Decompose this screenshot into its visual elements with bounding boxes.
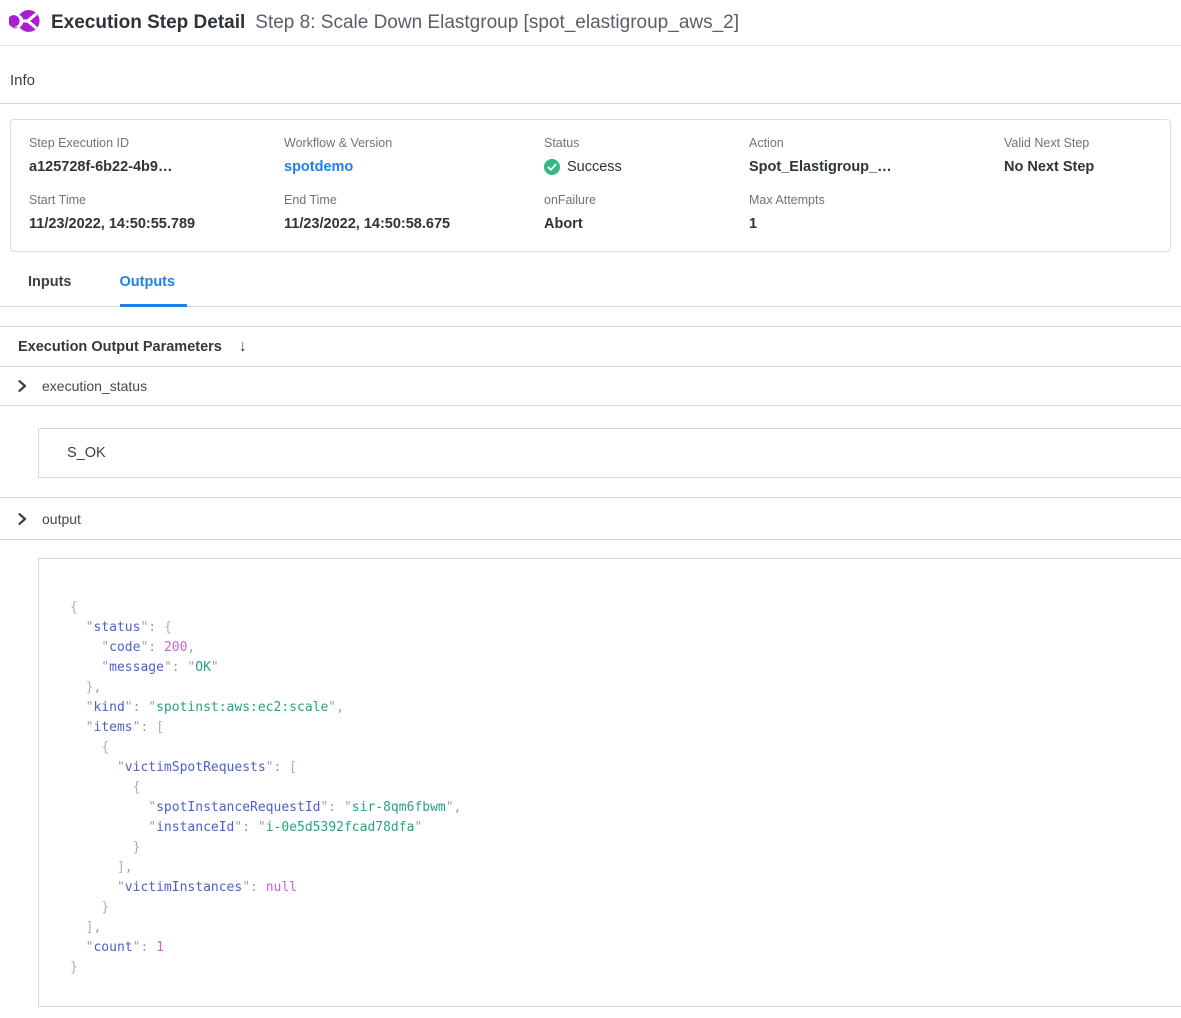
field-valid-next-step: Valid Next Step No Next Step: [1004, 136, 1170, 176]
field-value: 11/23/2022, 14:50:55.789: [29, 215, 284, 233]
success-check-icon: [544, 159, 560, 175]
field-max-attempts: Max Attempts 1: [749, 193, 1004, 233]
field-empty: [1004, 193, 1170, 233]
field-value: 1: [749, 215, 1004, 233]
field-action: Action Spot_Elastigroup_…: [749, 136, 1004, 176]
json-code: { "status": { "code": 200, "message": "O…: [70, 598, 1161, 978]
field-label: Status: [544, 136, 749, 151]
execution-output-parameters-bar: Execution Output Parameters ↓: [0, 327, 1181, 367]
tab-bar: Inputs Outputs: [0, 273, 1181, 307]
section-title: Execution Output Parameters: [18, 339, 222, 355]
field-value: a125728f-6b22-4b9…: [29, 158, 284, 176]
field-step-execution-id: Step Execution ID a125728f-6b22-4b9…: [29, 136, 284, 176]
tab-inputs[interactable]: Inputs: [28, 273, 78, 307]
output-json-box: { "status": { "code": 200, "message": "O…: [38, 558, 1181, 1007]
execution-status-value: S_OK: [67, 445, 106, 461]
field-label: Workflow & Version: [284, 136, 544, 151]
page-subtitle: Step 8: Scale Down Elastgroup [spot_elas…: [255, 12, 739, 34]
field-value: Abort: [544, 215, 749, 233]
page-title: Execution Step Detail: [51, 12, 245, 34]
field-label: End Time: [284, 193, 544, 208]
field-label: onFailure: [544, 193, 749, 208]
field-start-time: Start Time 11/23/2022, 14:50:55.789: [29, 193, 284, 233]
collapse-all-icon[interactable]: ↓: [239, 338, 247, 356]
field-value: No Next Step: [1004, 158, 1170, 176]
field-end-time: End Time 11/23/2022, 14:50:58.675: [284, 193, 544, 233]
execution-status-value-box: S_OK: [38, 428, 1181, 478]
chevron-right-icon: [16, 380, 28, 392]
param-name: output: [42, 511, 81, 527]
param-row-output[interactable]: output: [0, 498, 1181, 540]
page-header: Execution Step Detail Step 8: Scale Down…: [0, 0, 1181, 46]
status-text: Success: [567, 158, 622, 176]
field-value: Spot_Elastigroup_…: [749, 158, 1004, 176]
field-label: Valid Next Step: [1004, 136, 1170, 151]
status-badge: Success: [544, 158, 749, 176]
field-label: Max Attempts: [749, 193, 1004, 208]
info-card: Step Execution ID a125728f-6b22-4b9… Wor…: [10, 119, 1171, 252]
field-status: Status Success: [544, 136, 749, 176]
field-label: Start Time: [29, 193, 284, 208]
spot-logo-icon: [9, 5, 40, 41]
param-name: execution_status: [42, 378, 147, 394]
param-row-execution-status[interactable]: execution_status: [0, 367, 1181, 406]
tab-outputs[interactable]: Outputs: [120, 273, 188, 307]
chevron-right-icon: [16, 513, 28, 525]
info-section-title: Info: [0, 46, 1181, 104]
field-label: Action: [749, 136, 1004, 151]
field-onfailure: onFailure Abort: [544, 193, 749, 233]
field-label: Step Execution ID: [29, 136, 284, 151]
field-workflow-version: Workflow & Version spotdemo: [284, 136, 544, 176]
workflow-link[interactable]: spotdemo: [284, 158, 353, 176]
field-value: 11/23/2022, 14:50:58.675: [284, 215, 544, 233]
spacer: [0, 307, 1181, 326]
